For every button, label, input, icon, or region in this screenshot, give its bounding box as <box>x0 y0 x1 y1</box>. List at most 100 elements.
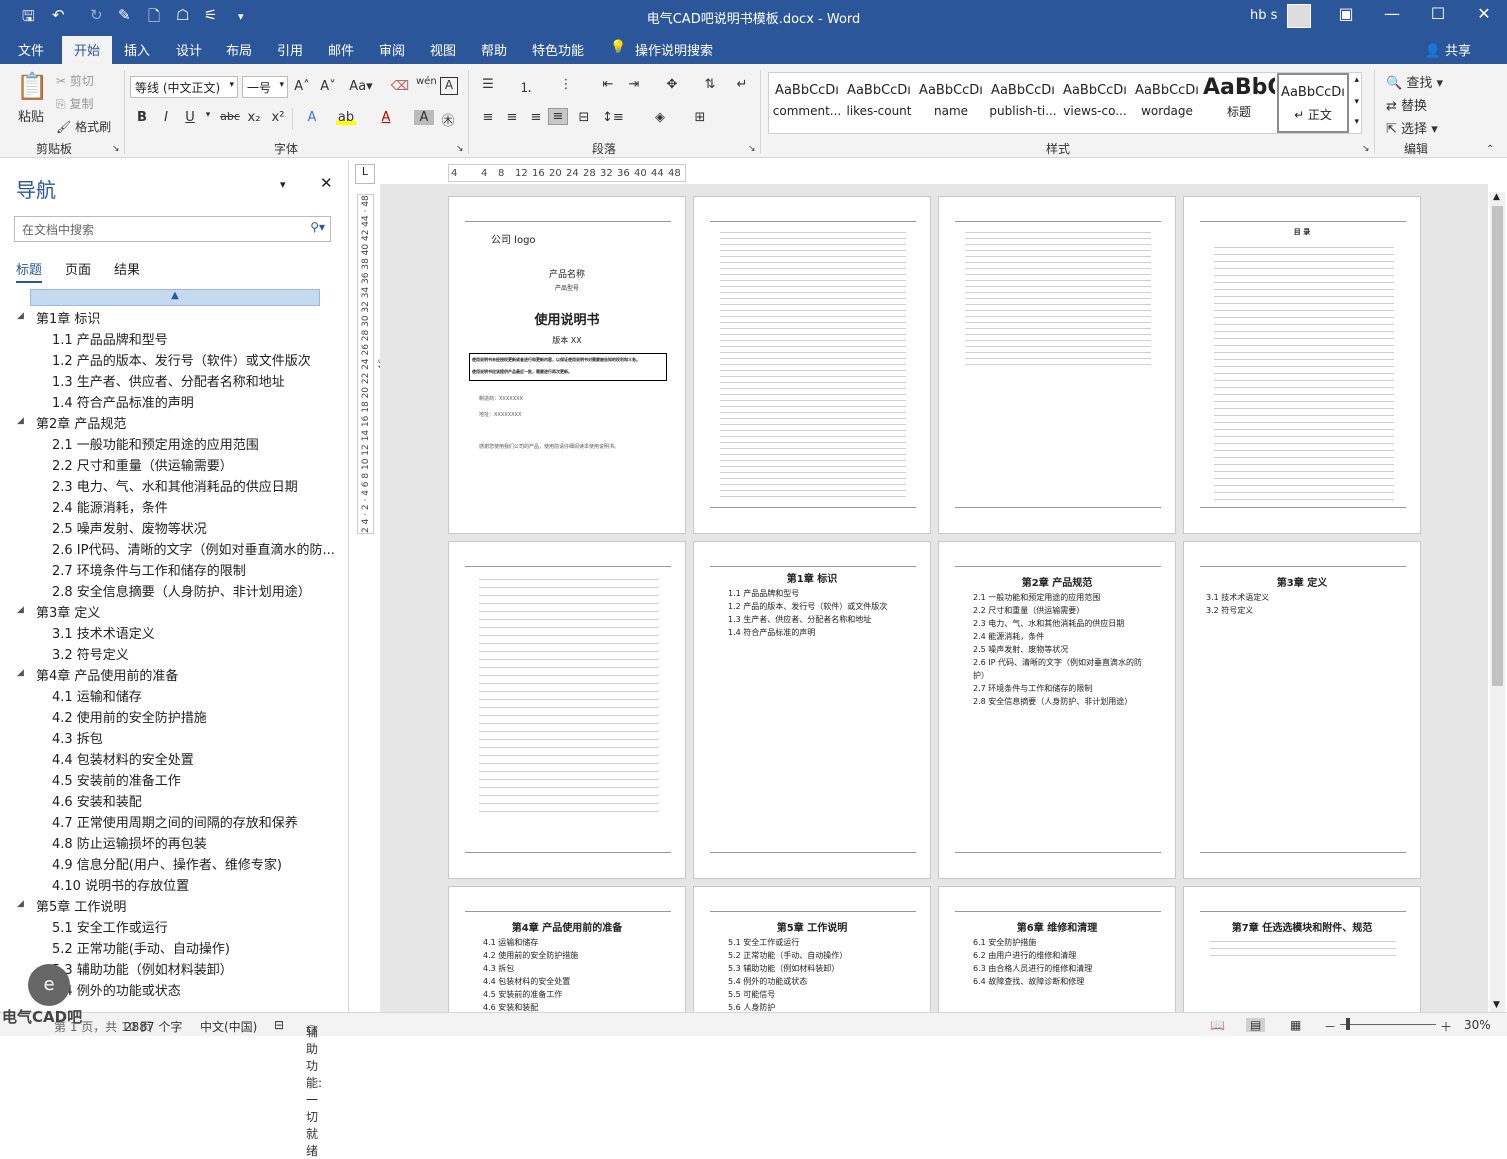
nav-heading-section[interactable]: 1.4 符合产品标准的声明 <box>52 392 194 411</box>
tab-mailings[interactable]: 邮件 <box>328 40 354 59</box>
nav-heading-section[interactable]: 1.3 生产者、供应者、分配者名称和地址 <box>52 371 285 390</box>
collapse-caret-icon[interactable]: ◢ <box>17 311 24 321</box>
tab-design[interactable]: 设计 <box>176 40 202 59</box>
nav-search-input[interactable]: 在文档中搜索 ⚲▾ <box>14 216 331 242</box>
web-layout-icon[interactable]: ▦ <box>1290 1018 1301 1032</box>
page-5[interactable] <box>448 541 686 879</box>
enclose-char-icon[interactable]: ㊍ <box>438 110 458 129</box>
nav-heading-chapter[interactable]: 第1章 标识 <box>36 308 100 327</box>
language-status[interactable]: 中文(中国) <box>200 1018 257 1035</box>
nav-heading-section[interactable]: 4.9 信息分配(用户、操作者、维修专家) <box>52 854 282 873</box>
nav-heading-section[interactable]: 2.5 噪声发射、废物等状况 <box>52 518 207 537</box>
underline-icon[interactable]: U <box>180 110 200 125</box>
nav-heading-section[interactable]: 2.3 电力、气、水和其他消耗品的供应日期 <box>52 476 298 495</box>
chevron-down-icon[interactable]: ▾ <box>198 110 218 120</box>
nav-heading-section[interactable]: 1.1 产品品牌和型号 <box>52 329 168 348</box>
collapse-caret-icon[interactable]: ◢ <box>17 416 24 426</box>
horizontal-ruler[interactable]: 4 4 8 12 16 20 24 28 32 36 40 44 48 <box>448 164 686 182</box>
search-icon[interactable]: ⚲▾ <box>310 220 325 234</box>
page-7[interactable]: 第2章 产品规范 2.1 一般功能和预定用途的应用范围 2.2 尺寸和重量（供运… <box>938 541 1176 879</box>
share-button[interactable]: 👤 共享 <box>1425 40 1471 59</box>
nav-heading-chapter[interactable]: 第5章 工作说明 <box>36 896 126 915</box>
nav-heading-section[interactable]: 3.2 符号定义 <box>52 644 129 663</box>
superscript-icon[interactable]: x² <box>268 110 288 125</box>
subscript-icon[interactable]: x₂ <box>244 110 264 125</box>
nav-tab-pages[interactable]: 页面 <box>65 259 91 278</box>
style-views-count[interactable]: AaBbCcDı views-co... <box>1059 73 1131 133</box>
scroll-down-icon[interactable]: ▼ <box>1493 1000 1500 1010</box>
style-name-item[interactable]: AaBbCcDı name <box>915 73 987 133</box>
style-heading[interactable]: AaBbC 标题 <box>1203 73 1275 133</box>
sort-icon[interactable]: ⇅ <box>700 77 720 92</box>
bullets-icon[interactable]: ☰ <box>478 77 498 92</box>
format-painter-button[interactable]: 🖌 格式刷 <box>56 118 111 135</box>
nav-heading-section[interactable]: 5.1 安全工作或运行 <box>52 917 168 936</box>
nav-heading-section[interactable]: 4.10 说明书的存放位置 <box>52 875 189 894</box>
avatar[interactable] <box>1287 4 1311 28</box>
style-likes-count[interactable]: AaBbCcDı likes-count <box>843 73 915 133</box>
style-normal[interactable]: AaBbCcDı ↵ 正文 <box>1277 73 1349 133</box>
distributed-icon[interactable]: ⊟ <box>574 110 594 125</box>
zoom-in-icon[interactable]: ＋ <box>1440 1018 1452 1035</box>
print-layout-icon[interactable]: ▤ <box>1246 1018 1266 1032</box>
find-button[interactable]: 🔍 查找 ▾ <box>1386 72 1443 91</box>
nav-heading-chapter[interactable]: 第4章 产品使用前的准备 <box>36 665 178 684</box>
chevron-up-icon[interactable]: ▴ <box>1354 75 1359 85</box>
decrease-indent-icon[interactable]: ⇤ <box>598 77 618 92</box>
nav-heading-section[interactable]: 4.7 正常使用周期之间的间隔的存放和保养 <box>52 812 298 831</box>
grow-font-icon[interactable]: A˄ <box>292 79 312 94</box>
tab-help[interactable]: 帮助 <box>481 40 507 59</box>
nav-heading-section[interactable]: 4.3 拆包 <box>52 728 103 747</box>
increase-indent-icon[interactable]: ⇥ <box>624 77 644 92</box>
collapse-caret-icon[interactable]: ◢ <box>17 899 24 909</box>
collapse-ribbon-icon[interactable]: ⌃ <box>1486 144 1494 155</box>
vertical-scrollbar[interactable]: ▲ ▼ <box>1490 192 1505 1012</box>
phonetic-guide-icon[interactable]: wén <box>416 76 437 87</box>
nav-heading-section[interactable]: 5.3 辅助功能（例如材料装卸） <box>52 959 233 978</box>
maximize-icon[interactable]: ☐ <box>1418 4 1458 23</box>
zoom-out-icon[interactable]: － <box>1324 1018 1336 1035</box>
bold-icon[interactable]: B <box>132 110 152 125</box>
nav-tab-headings[interactable]: 标题 <box>16 259 43 283</box>
multilevel-list-icon[interactable]: ⋮ <box>556 77 576 92</box>
zoom-slider-handle[interactable] <box>1346 1018 1350 1030</box>
tab-insert[interactable]: 插入 <box>124 40 150 59</box>
highlight-icon[interactable]: ab <box>336 110 356 125</box>
line-spacing-icon[interactable]: ↕≡ <box>602 110 624 125</box>
nav-scroll-up[interactable]: ▲ <box>30 289 320 306</box>
read-mode-icon[interactable]: 📖 <box>1210 1018 1225 1032</box>
tab-selector[interactable]: L <box>355 164 375 184</box>
nav-close-icon[interactable]: ✕ <box>320 174 333 192</box>
replace-button[interactable]: ⇄ 替换 <box>1386 95 1427 114</box>
nav-heading-section[interactable]: 2.7 环境条件与工作和储存的限制 <box>52 560 246 579</box>
align-right-icon[interactable]: ≡ <box>526 110 546 125</box>
align-center-icon[interactable]: ≡ <box>502 110 522 125</box>
proofing-icon[interactable]: ⊟ <box>274 1018 284 1032</box>
paste-button[interactable]: 粘贴 <box>18 106 44 125</box>
word-count[interactable]: 2887 个字 <box>124 1018 182 1035</box>
clipboard-launcher-icon[interactable]: ↘ <box>112 144 120 154</box>
numbering-icon[interactable]: ⒈ <box>516 77 536 96</box>
font-size-combo[interactable]: 一号 ▾ <box>242 76 288 98</box>
style-comment[interactable]: AaBbCcDı comment... <box>771 73 843 133</box>
shrink-font-icon[interactable]: A˅ <box>318 79 338 94</box>
change-case-icon[interactable]: Aa▾ <box>346 79 376 94</box>
nav-heading-section[interactable]: 2.1 一般功能和预定用途的应用范围 <box>52 434 259 453</box>
nav-heading-chapter[interactable]: 第3章 定义 <box>36 602 100 621</box>
nav-heading-section[interactable]: 3.1 技术术语定义 <box>52 623 155 642</box>
user-name[interactable]: hb s <box>1250 8 1277 23</box>
tab-features[interactable]: 特色功能 <box>532 40 584 59</box>
nav-heading-section[interactable]: 4.8 防止运输损坏的再包装 <box>52 833 207 852</box>
tell-me-search[interactable]: 操作说明搜索 <box>635 40 713 59</box>
text-effects-icon[interactable]: A <box>302 110 322 125</box>
justify-icon[interactable]: ≡ <box>548 108 568 125</box>
clear-format-icon[interactable]: ⌫ <box>390 79 410 94</box>
char-border-icon[interactable]: A <box>440 77 458 95</box>
nav-heading-section[interactable]: 1.2 产品的版本、发行号（软件）或文件版次 <box>52 350 311 369</box>
chinese-layout-icon[interactable]: ✥ <box>662 77 682 92</box>
tab-layout[interactable]: 布局 <box>226 40 252 59</box>
show-marks-icon[interactable]: ↵ <box>732 77 752 92</box>
tab-home[interactable]: 开始 <box>62 36 113 65</box>
style-publish-time[interactable]: AaBbCcDı publish-ti... <box>987 73 1059 133</box>
nav-heading-section[interactable]: 4.6 安装和装配 <box>52 791 142 810</box>
